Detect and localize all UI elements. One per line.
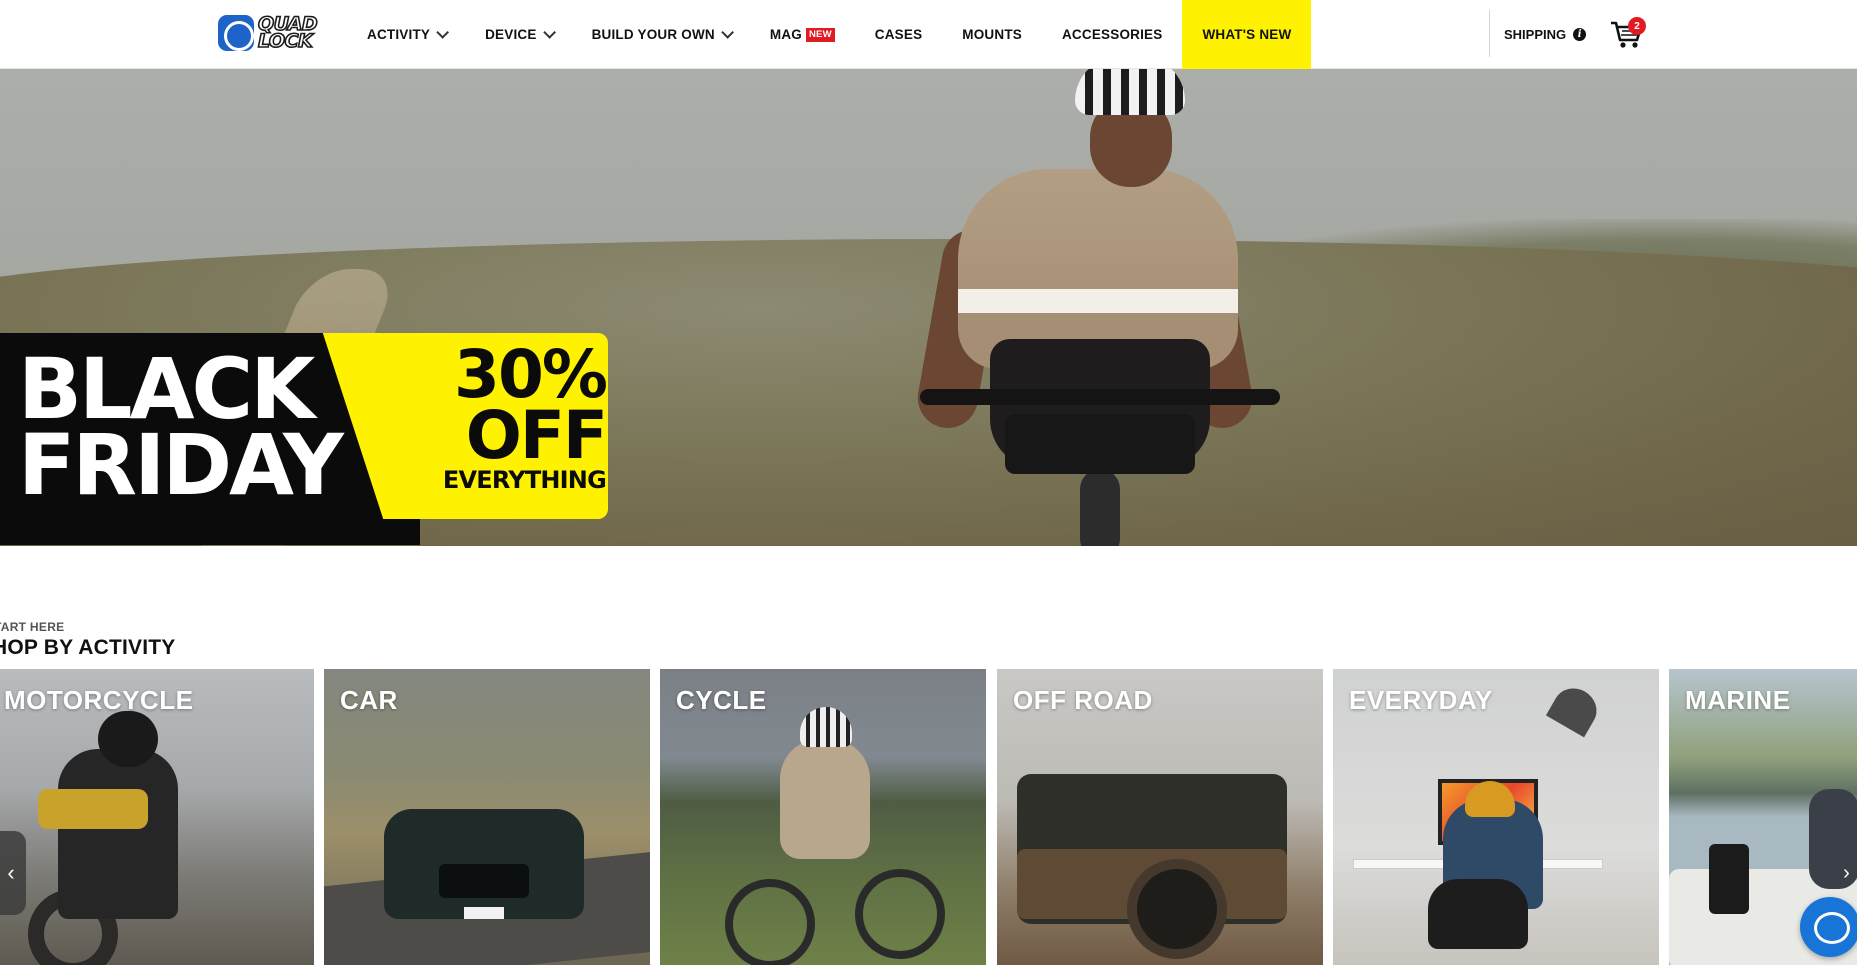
activity-tile-everyday[interactable]: EVERYDAY xyxy=(1333,669,1659,965)
activity-tile-off-road[interactable]: OFF ROAD xyxy=(997,669,1323,965)
new-badge: NEW xyxy=(806,27,835,42)
tile-label: MARINE xyxy=(1685,685,1791,715)
activity-tile-car[interactable]: CAR xyxy=(324,669,650,965)
cart-count-badge: 2 xyxy=(1628,17,1646,35)
activity-carousel: MOTORCYCLE CAR CYCLE OFF ROAD EVERYDAY M… xyxy=(0,669,1857,965)
nav-mag[interactable]: MAG NEW xyxy=(750,0,855,69)
main-nav: ACTIVITY DEVICE BUILD YOUR OWN MAG NEW C… xyxy=(347,0,1312,69)
nav-build-your-own[interactable]: BUILD YOUR OWN xyxy=(572,0,750,69)
section-title: HOP BY ACTIVITY xyxy=(0,636,176,659)
activity-tile-motorcycle[interactable]: MOTORCYCLE xyxy=(0,669,314,965)
nav-mounts[interactable]: MOUNTS xyxy=(942,0,1042,69)
carousel-next-button[interactable]: › xyxy=(1836,851,1857,895)
tile-label: CAR xyxy=(340,685,398,715)
shipping-link[interactable]: SHIPPING i xyxy=(1504,0,1587,69)
chevron-down-icon xyxy=(542,26,556,39)
nav-divider xyxy=(1489,10,1490,57)
tile-label: CYCLE xyxy=(676,685,767,715)
hero-cyclist-image xyxy=(913,69,1280,546)
promo-offer: 30% OFF EVERYTHING xyxy=(442,336,608,495)
tile-label: EVERYDAY xyxy=(1349,685,1493,715)
nav-cases[interactable]: CASES xyxy=(855,0,943,69)
chevron-down-icon xyxy=(721,26,734,39)
nav-accessories[interactable]: ACCESSORIES xyxy=(1042,0,1182,69)
section-eyebrow: TART HERE xyxy=(0,620,65,634)
chevron-right-icon: › xyxy=(1843,861,1850,884)
chevron-down-icon xyxy=(436,26,450,39)
nav-activity[interactable]: ACTIVITY xyxy=(347,0,465,69)
promo-black-friday: BLACK FRIDAY xyxy=(18,340,344,514)
chat-bubble-icon[interactable] xyxy=(1800,897,1857,957)
tile-label: OFF ROAD xyxy=(1013,685,1153,715)
nav-whats-new[interactable]: WHAT'S NEW xyxy=(1182,0,1312,69)
chevron-left-icon: ‹ xyxy=(7,860,15,885)
activity-tile-cycle[interactable]: CYCLE xyxy=(660,669,986,965)
quad-lock-logo-icon xyxy=(218,15,254,51)
tile-label: MOTORCYCLE xyxy=(4,685,194,715)
carousel-prev-button[interactable]: ‹ xyxy=(0,831,26,915)
hero-banner[interactable]: BLACK FRIDAY 30% OFF EVERYTHING xyxy=(0,69,1857,546)
quad-lock-logo[interactable]: QUAD LOCK xyxy=(218,13,336,53)
nav-device[interactable]: DEVICE xyxy=(465,0,571,69)
info-icon: i xyxy=(1573,28,1587,41)
logo-wordmark: QUAD LOCK xyxy=(257,13,318,52)
site-header: QUAD LOCK ACTIVITY DEVICE BUILD YOUR OWN… xyxy=(0,0,1857,69)
